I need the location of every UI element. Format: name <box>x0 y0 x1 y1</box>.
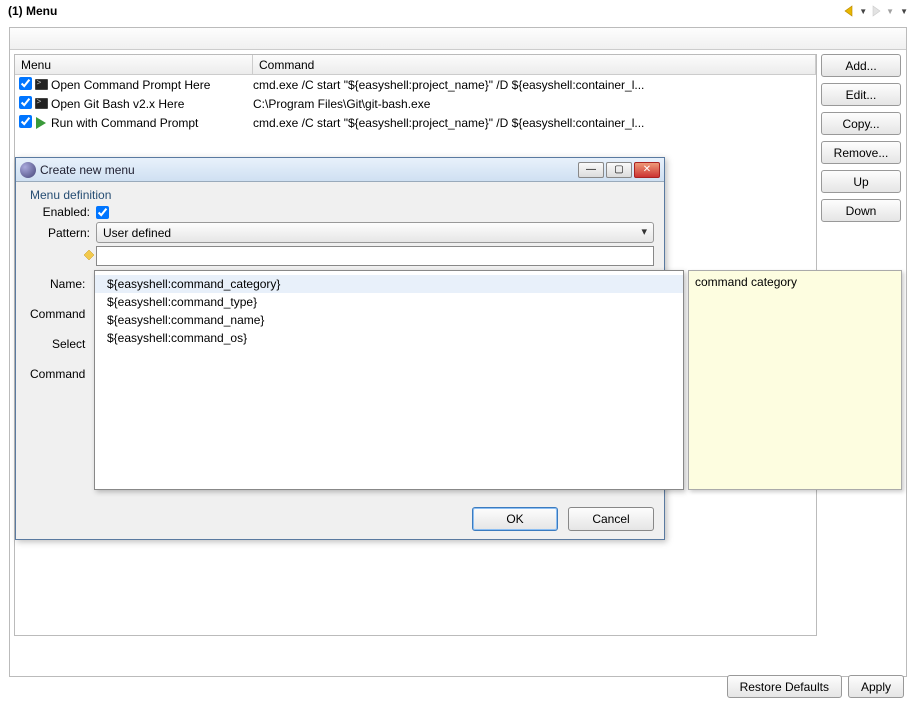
row-menu-label: Open Git Bash v2.x Here <box>51 97 184 111</box>
row-command: C:\Program Files\Git\git-bash.exe <box>249 97 816 111</box>
table-row[interactable]: Run with Command Prompt cmd.exe /C start… <box>15 113 816 132</box>
page-title: (1) Menu <box>8 4 57 18</box>
pattern-label: Pattern: <box>30 226 90 240</box>
history-nav: ▼ ▼ ▼ <box>842 3 908 19</box>
content-assist-popup[interactable]: ${easyshell:command_category} ${easyshel… <box>94 270 684 490</box>
chevron-down-icon[interactable]: ▼ <box>859 7 867 16</box>
tooltip-pane: command category <box>688 270 902 490</box>
cancel-button[interactable]: Cancel <box>568 507 654 531</box>
ac-item[interactable]: ${easyshell:command_category} <box>95 275 683 293</box>
table-row[interactable]: Open Git Bash v2.x Here C:\Program Files… <box>15 94 816 113</box>
row-checkbox[interactable] <box>15 77 33 93</box>
left-labels: Name: Command Select Command <box>30 277 85 385</box>
command2-label: Command <box>30 367 85 385</box>
table-header: Menu Command <box>15 55 816 75</box>
apply-button[interactable]: Apply <box>848 675 904 698</box>
ok-button[interactable]: OK <box>472 507 558 531</box>
edit-button[interactable]: Edit... <box>821 83 901 106</box>
section-label: Menu definition <box>30 188 654 202</box>
copy-button[interactable]: Copy... <box>821 112 901 135</box>
content-assist-icon <box>84 250 94 260</box>
ac-item[interactable]: ${easyshell:command_os} <box>95 329 683 347</box>
close-button[interactable]: ✕ <box>634 162 660 178</box>
footer-buttons: Restore Defaults Apply <box>727 675 904 698</box>
window-header: (1) Menu ▼ ▼ ▼ <box>0 0 916 22</box>
up-button[interactable]: Up <box>821 170 901 193</box>
name-label: Name: <box>30 277 85 295</box>
row-checkbox[interactable] <box>15 96 33 112</box>
add-button[interactable]: Add... <box>821 54 901 77</box>
row-command: cmd.exe /C start "${easyshell:project_na… <box>249 116 816 130</box>
run-icon <box>33 116 49 130</box>
minimize-button[interactable]: — <box>578 162 604 178</box>
ac-item[interactable]: ${easyshell:command_name} <box>95 311 683 329</box>
row-command: cmd.exe /C start "${easyshell:project_na… <box>249 78 816 92</box>
filter-strip <box>10 28 906 50</box>
back-button[interactable]: ▼ <box>842 3 867 19</box>
command-label: Command <box>30 307 85 325</box>
arrow-left-icon <box>842 3 858 19</box>
pattern-input[interactable] <box>96 246 654 266</box>
arrow-right-icon <box>869 3 885 19</box>
row-menu-label: Run with Command Prompt <box>51 116 198 130</box>
tooltip-text: command category <box>695 275 797 289</box>
row-menu-label: Open Command Prompt Here <box>51 78 210 92</box>
pattern-select[interactable]: User defined <box>96 222 654 243</box>
terminal-icon <box>33 97 49 111</box>
col-header-command[interactable]: Command <box>253 55 816 74</box>
terminal-icon <box>33 78 49 92</box>
chevron-down-icon[interactable]: ▼ <box>886 7 894 16</box>
enabled-label: Enabled: <box>30 205 90 219</box>
down-button[interactable]: Down <box>821 199 901 222</box>
select-label: Select <box>30 337 85 355</box>
maximize-button[interactable]: ▢ <box>606 162 632 178</box>
restore-defaults-button[interactable]: Restore Defaults <box>727 675 842 698</box>
view-menu-chevron-icon[interactable]: ▼ <box>900 7 908 16</box>
dialog-titlebar[interactable]: Create new menu — ▢ ✕ <box>16 158 664 182</box>
table-row[interactable]: Open Command Prompt Here cmd.exe /C star… <box>15 75 816 94</box>
row-checkbox[interactable] <box>15 115 33 131</box>
col-header-menu[interactable]: Menu <box>15 55 253 74</box>
enabled-checkbox[interactable] <box>96 206 109 219</box>
remove-button[interactable]: Remove... <box>821 141 901 164</box>
ac-item[interactable]: ${easyshell:command_type} <box>95 293 683 311</box>
pattern-value: User defined <box>103 226 171 240</box>
dialog-icon <box>20 162 36 178</box>
dialog-title: Create new menu <box>40 163 578 177</box>
forward-button[interactable]: ▼ <box>869 3 894 19</box>
